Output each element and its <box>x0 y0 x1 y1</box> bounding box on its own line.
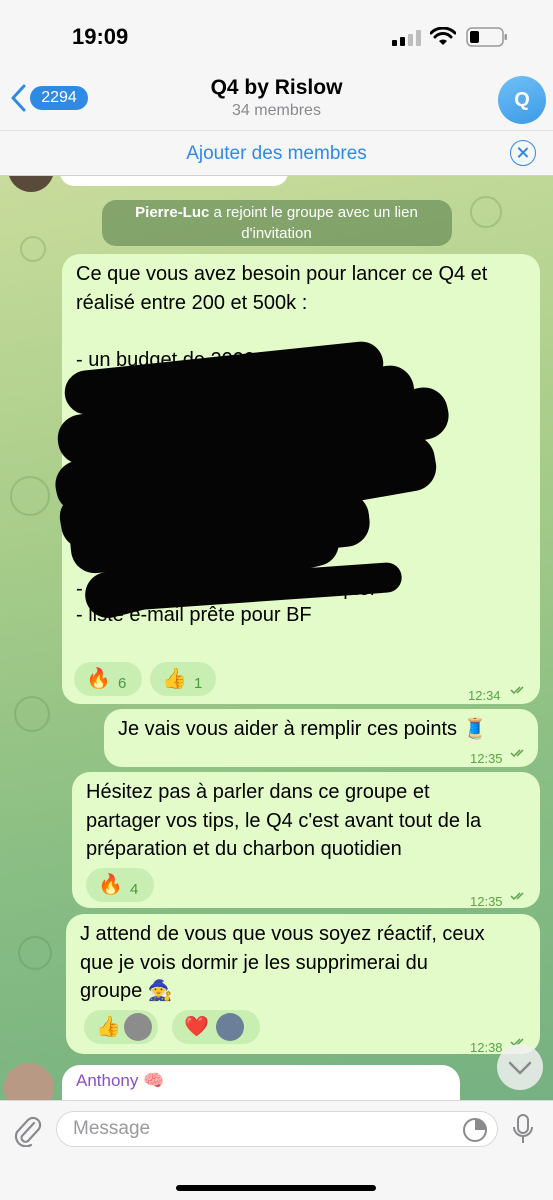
reaction-fire[interactable]: 🔥 4 <box>86 868 154 902</box>
message-line <box>76 317 526 346</box>
reaction-count: 4 <box>130 881 139 898</box>
reaction-thumbs-up[interactable]: 👍 1 <box>150 662 216 696</box>
chat-area[interactable]: Pierre-Luc a rejoint le groupe avec un l… <box>0 176 553 1100</box>
cellular-signal-icon <box>392 30 421 46</box>
add-members-button[interactable]: Ajouter des membres <box>0 143 553 165</box>
scroll-to-bottom-button[interactable] <box>497 1044 543 1090</box>
reaction-thumbs-up[interactable]: 👍 <box>84 1010 158 1044</box>
chat-header: 2294 Q4 by Rislow 34 membres Q <box>0 66 553 130</box>
message-input[interactable] <box>56 1111 498 1147</box>
thumbs-up-icon: 👍 <box>162 668 187 690</box>
battery-icon <box>466 27 507 47</box>
message-line: Ce que vous avez besoin pour lancer ce Q… <box>76 263 488 285</box>
home-indicator <box>176 1185 376 1191</box>
message-text: Hésitez pas à parler dans ce groupe et p… <box>86 778 526 864</box>
avatar[interactable] <box>4 1063 54 1100</box>
avatar[interactable] <box>8 176 54 192</box>
reaction-heart[interactable]: ❤️ <box>172 1010 260 1044</box>
message-bubble[interactable]: Hésitez pas à parler dans ce groupe et p… <box>72 772 540 909</box>
close-icon[interactable] <box>510 140 536 166</box>
reaction-fire[interactable]: 🔥 6 <box>74 662 142 696</box>
chat-title[interactable]: Q4 by Rislow <box>0 76 553 100</box>
background-doodle <box>10 476 50 516</box>
reaction-count: 1 <box>194 675 203 692</box>
fire-icon: 🔥 <box>98 874 123 896</box>
joined-user-name[interactable]: Pierre-Luc <box>135 204 209 221</box>
group-avatar[interactable]: Q <box>498 76 546 124</box>
message-time: 12:35 <box>470 894 503 909</box>
message-time: 12:34 <box>468 688 501 703</box>
message-bubble[interactable]: Je vais vous aider à remplir ces points … <box>104 709 538 767</box>
reactor-avatar <box>124 1013 152 1041</box>
message-line: J attend de vous que vous soyez réactif,… <box>80 923 485 945</box>
service-text: a rejoint le groupe avec un lien d'invit… <box>209 204 418 242</box>
member-count: 34 membres <box>232 102 321 119</box>
message-bubble[interactable]: Ce que vous avez besoin pour lancer ce Q… <box>50 254 540 704</box>
message-time: 12:35 <box>470 751 503 766</box>
message-line: préparation et du charbon quotidien <box>86 838 402 860</box>
message-line: partager vos tips, le Q4 c'est avant tou… <box>86 809 482 832</box>
message-bubble[interactable]: J attend de vous que vous soyez réactif,… <box>66 914 540 1055</box>
read-checkmarks-icon <box>510 749 524 758</box>
reactor-avatar <box>216 1013 244 1041</box>
add-members-bar: Ajouter des membres <box>0 130 553 176</box>
sender-name[interactable]: Anthony 🧠 <box>76 1071 164 1091</box>
message-line: que je vois dormir je les supprimerai du <box>80 951 428 974</box>
message-input-bar <box>0 1100 553 1200</box>
message-line: groupe 🧙 <box>80 980 173 1002</box>
paperclip-icon[interactable] <box>12 1113 42 1147</box>
wifi-icon <box>430 27 456 45</box>
reaction-count: 6 <box>118 675 127 692</box>
microphone-icon[interactable] <box>512 1113 534 1147</box>
message-text: J attend de vous que vous soyez réactif,… <box>80 920 526 1006</box>
service-message: Pierre-Luc a rejoint le groupe avec un l… <box>0 200 553 246</box>
message-text: Je vais vous aider à remplir ces points … <box>118 718 488 740</box>
status-time: 19:09 <box>72 24 129 49</box>
message-line: Hésitez pas à parler dans ce groupe et <box>86 781 430 803</box>
heart-icon: ❤️ <box>184 1016 209 1038</box>
sticker-icon[interactable] <box>462 1117 488 1143</box>
previous-message-bubble[interactable] <box>60 176 288 186</box>
status-bar: 19:09 <box>0 0 553 66</box>
background-doodle <box>18 936 52 970</box>
message-line: réalisé entre 200 et 500k : <box>76 291 308 314</box>
message-bubble[interactable]: Anthony 🧠 <box>62 1065 460 1100</box>
background-doodle <box>14 696 50 732</box>
fire-icon: 🔥 <box>86 668 111 690</box>
read-checkmarks-icon <box>510 892 524 901</box>
thumbs-up-icon: 👍 <box>96 1016 121 1038</box>
chevron-down-icon <box>508 1061 532 1075</box>
read-checkmarks-icon <box>510 686 524 695</box>
